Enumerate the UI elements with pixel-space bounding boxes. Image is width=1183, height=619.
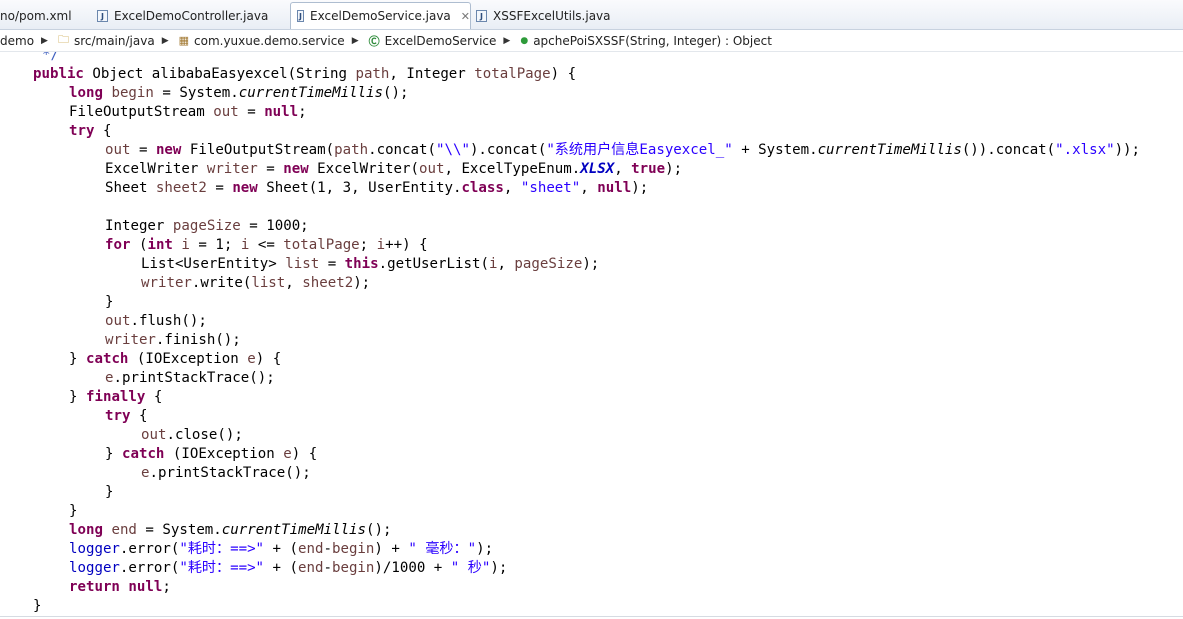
breadcrumb-package[interactable]: ▦ com.yuxue.demo.service — [179, 34, 345, 48]
code-line: } — [105, 294, 114, 310]
tab-label: ExcelDemoController.java — [114, 9, 269, 23]
tab-label: XSSFExcelUtils.java — [493, 9, 611, 23]
code-line: long end = System.currentTimeMillis(); — [69, 522, 392, 538]
keyword: public — [33, 66, 84, 82]
public-method-icon: ● — [520, 35, 529, 46]
code-text: ) { — [550, 66, 577, 82]
tab-pom-xml[interactable]: no/pom.xml — [0, 3, 72, 29]
code-line: out.flush(); — [105, 313, 207, 329]
tab-label: no/pom.xml — [0, 9, 72, 23]
java-file-icon: J — [97, 10, 108, 22]
code-line: e.printStackTrace(); — [105, 370, 275, 386]
breadcrumb-source-folder[interactable]: 🗀 src/main/java — [58, 31, 155, 50]
code-line: } catch (IOException e) { — [69, 351, 282, 367]
code-line: } catch (IOException e) { — [105, 446, 318, 462]
chevron-right-icon: ▶ — [351, 35, 359, 46]
editor-tab-bar: no/pom.xml J ExcelDemoController.java J … — [0, 0, 1183, 30]
code-text: Object alibabaEasyexcel(String — [83, 66, 356, 82]
breadcrumb-source-folder-label: src/main/java — [73, 33, 155, 48]
breadcrumb-package-label: com.yuxue.demo.service — [194, 33, 345, 48]
breadcrumb-project-label: demo — [0, 33, 35, 48]
source-folder-icon: 🗀 — [57, 33, 69, 46]
code-line: try { — [105, 408, 148, 424]
code-line: } — [33, 598, 42, 614]
tab-xssfexcelutils[interactable]: J XSSFExcelUtils.java — [476, 3, 611, 29]
code-line: logger.error("耗时：==>" + (end-begin)/1000… — [69, 560, 508, 576]
code-line: try { — [69, 123, 112, 139]
java-file-icon: J — [297, 10, 305, 22]
code-line: public Object alibabaEasyexcel(String pa… — [33, 65, 576, 84]
code-line: ExcelWriter writer = new ExcelWriter(out… — [105, 161, 683, 177]
code-line: Integer pageSize = 1000; — [105, 218, 309, 234]
code-line: FileOutputStream out = null; — [69, 104, 307, 120]
tab-exceldemoservice[interactable]: J ExcelDemoService.java ✕ — [290, 2, 471, 29]
chevron-right-icon: ▶ — [161, 35, 169, 46]
code-line: out = new FileOutputStream(path.concat("… — [105, 142, 1141, 158]
code-line: long begin = System.currentTimeMillis(); — [69, 85, 409, 101]
parameter: path — [355, 66, 390, 82]
package-icon: ▦ — [178, 34, 190, 47]
code-line: for (int i = 1; i <= totalPage; i++) { — [105, 237, 428, 253]
code-line: Sheet sheet2 = new Sheet(1, 3, UserEntit… — [105, 180, 649, 196]
code-line: } — [69, 503, 78, 519]
class-icon: Ⓒ — [368, 34, 380, 48]
breadcrumb-method[interactable]: ● apchePoiSXSSF(String, Integer) : Object — [520, 34, 772, 48]
tab-label: ExcelDemoService.java — [310, 9, 451, 23]
breadcrumb-class[interactable]: Ⓒ ExcelDemoService — [369, 33, 497, 49]
java-file-icon: J — [476, 10, 487, 22]
code-line: List<UserEntity> list = this.getUserList… — [141, 256, 600, 272]
code-line: } — [105, 484, 114, 500]
code-line: logger.error("耗时：==>" + (end-begin) + " … — [69, 541, 494, 557]
code-line: } finally { — [69, 389, 163, 405]
code-line: return null; — [69, 579, 171, 595]
breadcrumb-class-label: ExcelDemoService — [384, 33, 497, 48]
code-line: writer.write(list, sheet2); — [141, 275, 371, 291]
chevron-right-icon: ▶ — [41, 35, 48, 46]
breadcrumb-method-label: apchePoiSXSSF(String, Integer) : Object — [533, 33, 772, 48]
code-line: out.close(); — [141, 427, 243, 443]
chevron-right-icon: ▶ — [503, 35, 511, 46]
comment-end: */ — [42, 52, 59, 63]
code-line: writer.finish(); — [105, 332, 241, 348]
breadcrumb: demo ▶ 🗀 src/main/java ▶ ▦ com.yuxue.demo.… — [0, 30, 1183, 52]
parameter: totalPage — [474, 66, 551, 82]
breadcrumb-project[interactable]: demo — [0, 34, 34, 48]
code-line: e.printStackTrace(); — [141, 465, 311, 481]
close-icon[interactable]: ✕ — [461, 10, 470, 23]
code-text: , Integer — [389, 66, 475, 82]
code-line: */ — [42, 52, 59, 65]
tab-exceldemocontroller[interactable]: J ExcelDemoController.java — [97, 3, 268, 29]
code-editor[interactable]: */ public Object alibabaEasyexcel(String… — [0, 52, 1183, 619]
